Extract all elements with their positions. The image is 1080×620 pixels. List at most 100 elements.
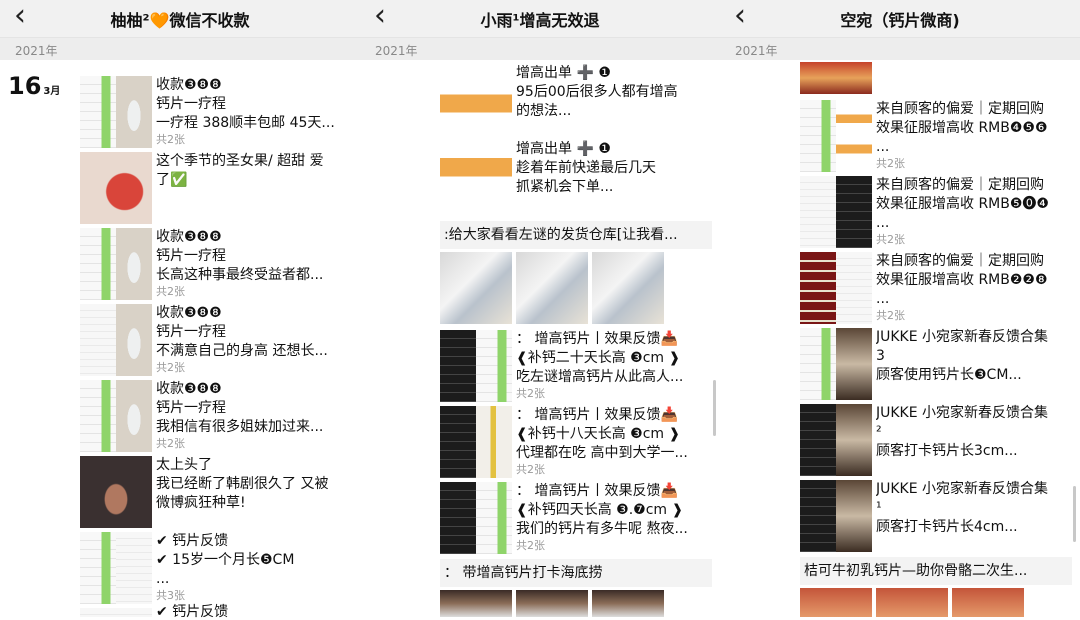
page-title: 小雨¹增高无效退 bbox=[480, 7, 599, 31]
post-text-line: ❰补钙四天长高 ❸.❼cm ❱ bbox=[516, 501, 712, 520]
post-text-line: 效果征服增高收 RMB❷❷❽ bbox=[876, 271, 1072, 290]
moments-feed: 163月收款❸❽❽钙片一疗程一疗程 388顺丰包邮 45天...共2张这个季节的… bbox=[0, 60, 360, 617]
moment-post[interactable]: 太上头了我已经断了韩剧很久了 又被微博疯狂种草! bbox=[80, 454, 360, 530]
moments-panel: ‹空宛（钙片微商)2021年来自顾客的偏爱｜定期回购效果征服增高收 RMB❹❺❻… bbox=[720, 0, 1080, 617]
post-text-line: 长高这种事最终受益者都... bbox=[156, 266, 352, 285]
screenshot-collage: ‹柚柚²🧡微信不收款2021年163月收款❸❽❽钙片一疗程一疗程 388顺丰包邮… bbox=[0, 0, 1080, 617]
post-thumbnail[interactable] bbox=[80, 380, 152, 452]
post-text: ✔ 钙片反馈 bbox=[152, 608, 352, 617]
thumbnail-image bbox=[116, 532, 152, 604]
post-thumbnail[interactable] bbox=[80, 456, 152, 528]
text-only-post[interactable]: :给大家看看左谜的发货仓库[让我看... bbox=[440, 221, 712, 249]
post-text-line: 抓紧机会下单... bbox=[516, 178, 712, 197]
moment-post[interactable]: ： 增高钙片丨效果反馈📥❰补钙二十天长高 ❸cm ❱吃左谜增高钙片从此高人...… bbox=[440, 328, 720, 404]
grid-image[interactable] bbox=[876, 588, 948, 617]
thumbnail-image bbox=[440, 406, 476, 478]
post-thumbnail[interactable] bbox=[80, 76, 152, 148]
post-text-line: 顾客使用钙片长❸CM... bbox=[876, 366, 1072, 385]
post-text: 来自顾客的偏爱｜定期回购效果征服增高收 RMB❷❷❽...共2张 bbox=[872, 252, 1072, 326]
post-text-line: 钙片一疗程 bbox=[156, 247, 352, 266]
post-thumbnail[interactable] bbox=[440, 406, 512, 478]
moment-post[interactable]: ： 增高钙片丨效果反馈📥❰补钙十八天长高 ❸cm ❱代理都在吃 高中到大学一..… bbox=[440, 404, 720, 480]
moment-post[interactable]: ： 增高钙片丨效果反馈📥❰补钙四天长高 ❸.❼cm ❱我们的钙片有多牛呢 熬夜.… bbox=[440, 480, 720, 556]
grid-image[interactable] bbox=[592, 590, 664, 617]
moment-post[interactable]: 收款❸❽❽钙片一疗程一疗程 388顺丰包邮 45天...共2张 bbox=[80, 74, 360, 150]
moment-post[interactable]: 收款❸❽❽钙片一疗程不满意自己的身高 还想长...共2张 bbox=[80, 302, 360, 378]
post-thumbnail[interactable] bbox=[80, 304, 152, 376]
post-thumbnail[interactable] bbox=[440, 330, 512, 402]
post-text-line: 收款❸❽❽ bbox=[156, 76, 352, 95]
moment-post[interactable]: 来自顾客的偏爱｜定期回购效果征服增高收 RMB❹❺❻...共2张 bbox=[800, 98, 1080, 174]
text-only-post[interactable]: 桔可牛初乳钙片—助你骨骼二次生... bbox=[800, 557, 1072, 585]
post-text-line: 95后00后很多人都有增高 bbox=[516, 83, 712, 102]
moment-post[interactable]: JUKKE 小宛家新春反馈合集¹顾客打卡钙片长4cm... bbox=[800, 478, 1080, 554]
thumbnail-image bbox=[836, 100, 872, 172]
moment-post[interactable]: ✔ 钙片反馈✔ 15岁一个月长❺CM...共3张 bbox=[80, 530, 360, 606]
post-thumbnail[interactable] bbox=[80, 152, 152, 224]
image-count: 共2张 bbox=[516, 539, 712, 553]
moment-post[interactable]: ✔ 钙片反馈 bbox=[80, 606, 360, 617]
post-text-line: 3 bbox=[876, 347, 1072, 366]
scrollbar[interactable] bbox=[1073, 486, 1076, 542]
post-text-line: 顾客打卡钙片长4cm... bbox=[876, 518, 1072, 537]
back-chevron-icon[interactable]: ‹ bbox=[14, 0, 26, 33]
post-thumbnail[interactable] bbox=[800, 176, 872, 248]
banner-image[interactable] bbox=[800, 62, 872, 94]
post-text: ✔ 钙片反馈✔ 15岁一个月长❺CM...共3张 bbox=[152, 532, 352, 606]
post-thumbnail[interactable] bbox=[440, 482, 512, 554]
image-count: 共2张 bbox=[516, 387, 712, 401]
post-thumbnail[interactable] bbox=[800, 328, 872, 400]
grid-image[interactable] bbox=[952, 588, 1024, 617]
image-count: 共2张 bbox=[156, 285, 352, 299]
moment-post[interactable]: JUKKE 小宛家新春反馈合集3顾客使用钙片长❸CM... bbox=[800, 326, 1080, 402]
thumbnail-image bbox=[476, 482, 512, 554]
grid-image[interactable] bbox=[592, 252, 664, 324]
moment-post[interactable]: 来自顾客的偏爱｜定期回购效果征服增高收 RMB❷❷❽...共2张 bbox=[800, 250, 1080, 326]
moment-post[interactable]: JUKKE 小宛家新春反馈合集²顾客打卡钙片长3cm... bbox=[800, 402, 1080, 478]
grid-image[interactable] bbox=[800, 588, 872, 617]
moment-post[interactable]: 收款❸❽❽钙片一疗程我相信有很多姐妹加过来...共2张 bbox=[80, 378, 360, 454]
image-count: 共3张 bbox=[156, 589, 352, 603]
post-text-line: 增高出单 ➕ ❶ bbox=[516, 140, 712, 159]
post-thumbnail[interactable] bbox=[80, 228, 152, 300]
post-thumbnail[interactable] bbox=[80, 532, 152, 604]
moment-post-group[interactable]: 增高出单 ➕ ❶95后00后很多人都有增高的想法...增高出单 ➕ ❶趁着年前快… bbox=[440, 62, 720, 218]
post-thumbnail[interactable] bbox=[800, 404, 872, 476]
post-text-line: 来自顾客的偏爱｜定期回购 bbox=[876, 176, 1072, 195]
banner-post[interactable] bbox=[800, 62, 1080, 98]
back-chevron-icon[interactable]: ‹ bbox=[734, 0, 746, 33]
post-text-line: 趁着年前快递最后几天 bbox=[516, 159, 712, 178]
scrollbar[interactable] bbox=[713, 380, 716, 436]
thumbnail-image bbox=[800, 404, 836, 476]
post-thumbnail[interactable] bbox=[800, 252, 872, 324]
thumbnail-image bbox=[800, 328, 836, 400]
moments-panel: ‹柚柚²🧡微信不收款2021年163月收款❸❽❽钙片一疗程一疗程 388顺丰包邮… bbox=[0, 0, 360, 617]
post-text: JUKKE 小宛家新春反馈合集²顾客打卡钙片长3cm... bbox=[872, 404, 1072, 478]
moment-post[interactable]: 收款❸❽❽钙片一疗程长高这种事最终受益者都...共2张 bbox=[80, 226, 360, 302]
thumbnail-image bbox=[836, 480, 872, 552]
post-thumbnail[interactable] bbox=[80, 608, 152, 617]
moment-post[interactable]: 这个季节的圣女果/ 超甜 爱了✅ bbox=[80, 150, 360, 226]
image-grid bbox=[440, 590, 720, 617]
post-text-line: ： 增高钙片丨效果反馈📥 bbox=[516, 482, 712, 501]
post-thumbnail[interactable] bbox=[800, 480, 872, 552]
post-text-line: JUKKE 小宛家新春反馈合集 bbox=[876, 404, 1072, 423]
post-thumbnail[interactable] bbox=[800, 100, 872, 172]
thumbnail-image bbox=[116, 304, 152, 376]
image-count: 共2张 bbox=[876, 157, 1072, 171]
moment-post[interactable]: 来自顾客的偏爱｜定期回购效果征服增高收 RMB❺⓿❹...共2张 bbox=[800, 174, 1080, 250]
post-text-line: ... bbox=[156, 570, 352, 589]
post-thumbnail[interactable] bbox=[440, 64, 512, 216]
post-date: 163月 bbox=[8, 72, 60, 100]
thumbnail-image bbox=[80, 304, 116, 376]
post-text: ： 增高钙片丨效果反馈📥❰补钙十八天长高 ❸cm ❱代理都在吃 高中到大学一..… bbox=[512, 406, 712, 480]
post-text-block[interactable]: 增高出单 ➕ ❶趁着年前快递最后几天抓紧机会下单... bbox=[516, 140, 712, 216]
post-text: 来自顾客的偏爱｜定期回购效果征服增高收 RMB❹❺❻...共2张 bbox=[872, 100, 1072, 174]
grid-image[interactable] bbox=[516, 590, 588, 617]
grid-image[interactable] bbox=[440, 590, 512, 617]
post-text-block[interactable]: 增高出单 ➕ ❶95后00后很多人都有增高的想法... bbox=[516, 64, 712, 140]
back-chevron-icon[interactable]: ‹ bbox=[374, 0, 386, 33]
grid-image[interactable] bbox=[516, 252, 588, 324]
text-only-post[interactable]: ： 带增高钙片打卡海底捞 bbox=[440, 559, 712, 587]
grid-image[interactable] bbox=[440, 252, 512, 324]
